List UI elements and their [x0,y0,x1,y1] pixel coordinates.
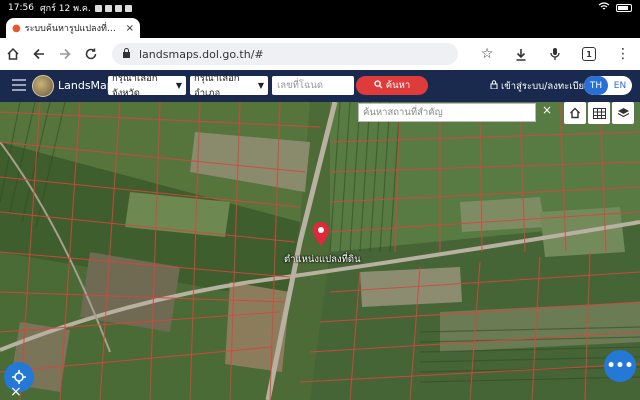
menu-kebab-icon[interactable]: ⋮ [610,41,636,67]
tab-title: ระบบค้นหารูปแปลงที่ดิน (Lands [24,24,122,34]
place-search-input[interactable]: ค้นหาสถานที่สำคัญ [358,103,536,122]
home-view-icon[interactable] [564,102,586,124]
address-bar[interactable]: landsmaps.dol.go.th/# [112,43,458,65]
notification-icons [94,4,132,12]
grid-table-icon[interactable] [588,102,610,124]
battery-icon [616,4,632,12]
place-search-placeholder: ค้นหาสถานที่สำคัญ [363,107,443,118]
wifi-icon [598,2,610,14]
satellite-map[interactable]: ค้นหาสถานที่สำคัญ × ตำแหน่งแปลงที่ดิน × … [0,102,640,400]
download-icon[interactable] [508,41,534,67]
browser-tab[interactable]: ● ระบบค้นหารูปแปลงที่ดิน (Lands × [6,18,140,38]
tab-switcher-button[interactable]: 1 [576,41,602,67]
status-date: ศุกร์ 12 พ.ค. [39,4,91,14]
province-select[interactable]: กรุณาเลือกจังหวัด ▼ [108,73,186,99]
tab-strip: ● ระบบค้นหารูปแปลงที่ดิน (Lands × + [0,16,640,53]
search-button-label: ค้นหา [385,80,411,91]
lock-icon [122,47,131,61]
deed-number-input[interactable]: เลขที่โฉนด [272,76,354,95]
login-link[interactable]: เข้าสู่ระบบ/ลงทะเบียน [490,79,591,94]
lock-icon [490,80,501,92]
login-label: เข้าสู่ระบบ/ลงทะเบียน [501,81,591,92]
microphone-icon[interactable] [542,41,568,67]
lang-th-button[interactable]: TH [584,76,608,95]
url-text: landsmaps.dol.go.th/# [139,47,264,61]
status-time: 17:56 [8,3,34,13]
map-pin-icon: ● [12,22,21,34]
map-imagery [0,102,640,400]
lang-en-button[interactable]: EN [608,76,632,95]
district-select-value: กรุณาเลือกอำเภอ [194,72,240,99]
chevron-down-icon: ▼ [175,81,182,90]
district-select[interactable]: กรุณาเลือกอำเภอ ▼ [190,73,268,99]
deed-number-placeholder: เลขที่โฉนด [277,80,324,91]
dol-logo [32,75,54,97]
fab-close-icon[interactable]: × [10,384,22,400]
status-bar: 17:56 ศุกร์ 12 พ.ค. [0,0,640,16]
province-select-value: กรุณาเลือกจังหวัด [112,72,158,99]
close-icon[interactable]: × [542,103,552,117]
chevron-down-icon: ▼ [257,81,264,90]
app-header: LandsMaps กรุณาเลือกจังหวัด ▼ กรุณาเลือก… [0,70,640,102]
language-toggle[interactable]: TH EN [584,76,632,95]
reload-icon[interactable] [78,41,104,67]
more-options-fab-button[interactable]: ••• [604,350,636,382]
search-button[interactable]: ค้นหา [356,76,428,95]
back-icon[interactable] [26,41,52,67]
tab-close-icon[interactable]: × [126,23,134,34]
home-icon[interactable] [0,41,26,67]
browser-toolbar: landsmaps.dol.go.th/# ☆ 1 ⋮ [0,38,640,70]
hamburger-menu-icon[interactable] [12,79,26,91]
layers-icon[interactable] [612,102,634,124]
parcel-location-pin-icon[interactable] [312,222,330,246]
bookmark-star-icon[interactable]: ☆ [474,41,500,67]
forward-icon[interactable] [52,41,78,67]
parcel-location-label: ตำแหน่งแปลงที่ดิน [284,254,361,265]
search-icon [374,79,383,92]
